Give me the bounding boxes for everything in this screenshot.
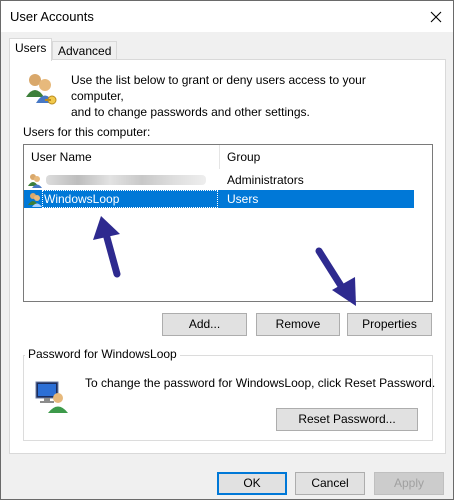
close-button[interactable] [419,1,453,32]
annotation-arrow-down-icon [315,247,356,306]
users-list[interactable]: User Name Group Administrators WindowsLo… [23,144,433,302]
list-header: User Name Group [24,145,432,169]
window-title: User Accounts [10,9,94,24]
users-tab-panel: Use the list below to grant or deny user… [9,59,446,454]
user-icon [28,193,42,207]
user-group: Administrators [227,173,304,187]
tab-advanced[interactable]: Advanced [52,41,118,60]
intro-line-2: and to change passwords and other settin… [71,105,310,119]
ok-button[interactable]: OK [217,472,287,495]
password-group-title: Password for WindowsLoop [25,347,180,361]
remove-user-button[interactable]: Remove [256,313,340,336]
intro-line-1: Use the list below to grant or deny user… [71,73,366,103]
users-list-label: Users for this computer: [23,125,151,139]
close-icon [430,11,442,22]
add-user-button[interactable]: Add... [162,313,247,336]
user-accounts-dialog: User Accounts Users Advanced Use the lis… [0,0,454,500]
intro-text: Use the list below to grant or deny user… [71,72,421,120]
tab-strip: Users Advanced [9,38,445,61]
obscured-user-name [46,175,206,185]
user-name: WindowsLoop [44,192,120,206]
properties-button[interactable]: Properties [347,313,432,336]
reset-password-button[interactable]: Reset Password... [276,408,418,431]
table-row[interactable]: Administrators [24,171,414,189]
cancel-button[interactable]: Cancel [295,472,365,495]
table-row-selected[interactable]: WindowsLoop Users [24,190,414,208]
computer-user-icon [35,381,68,413]
user-group: Users [227,192,259,206]
column-header-user-name[interactable]: User Name [24,145,220,169]
password-instructions: To change the password for WindowsLoop, … [85,376,436,390]
annotation-arrow-up-icon [93,216,121,278]
user-icon [28,174,42,188]
title-bar: User Accounts [1,1,453,32]
tab-users[interactable]: Users [9,38,53,61]
users-icon [26,74,57,105]
apply-button: Apply [374,472,444,495]
column-header-group[interactable]: Group [220,145,432,169]
